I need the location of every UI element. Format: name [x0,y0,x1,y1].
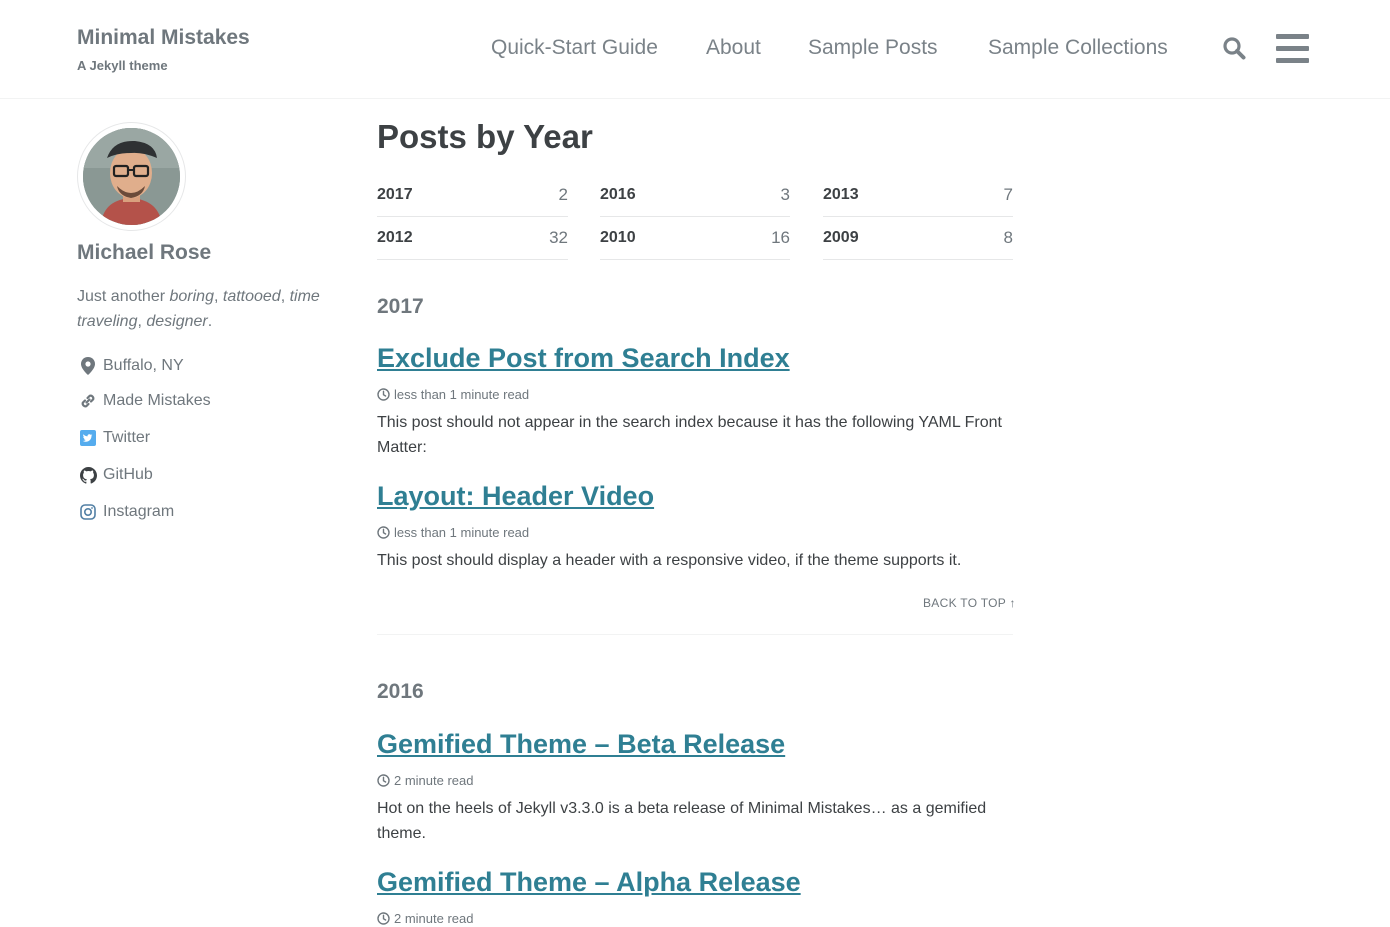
hamburger-menu-icon[interactable] [1276,34,1309,64]
year-label: 2013 [823,185,859,203]
author-location-label: Buffalo, NY [103,357,184,374]
author-name: Michael Rose [77,241,212,264]
post-excerpt: This post should not appear in the searc… [377,414,1002,456]
author-bio: Just another boring, tattooed, time trav… [77,288,320,330]
github-icon [77,466,99,484]
year-link-2017[interactable]: 2017 2 [377,173,568,217]
read-time: less than 1 minute read [377,387,529,402]
search-icon[interactable] [1222,36,1248,62]
link-icon [77,392,99,410]
year-count: 16 [771,227,790,247]
author-link-twitter[interactable]: Twitter [77,429,150,447]
post-excerpt: This post should display a header with a… [377,552,962,569]
nav-link-quick-start[interactable]: Quick-Start Guide [491,36,658,60]
year-link-2016[interactable]: 2016 3 [600,173,790,217]
post-title-link[interactable]: Exclude Post from Search Index [377,343,790,374]
year-label: 2012 [377,228,413,246]
year-link-2012[interactable]: 2012 32 [377,216,568,260]
read-time: 2 minute read [377,911,474,926]
nav-link-about[interactable]: About [706,36,761,60]
clock-icon [377,388,390,401]
author-link-github[interactable]: GitHub [77,466,153,484]
year-label: 2009 [823,228,859,246]
read-time-label: 2 minute read [394,911,474,926]
clock-icon [377,774,390,787]
read-time: less than 1 minute read [377,525,529,540]
author-link-instagram[interactable]: Instagram [77,503,174,521]
site-subtitle: A Jekyll theme [77,58,168,73]
author-link-instagram-label[interactable]: Instagram [103,503,174,521]
year-link-2009[interactable]: 2009 8 [823,216,1013,260]
author-link-twitter-label[interactable]: Twitter [103,429,150,447]
masthead: Minimal Mistakes A Jekyll theme Quick-St… [0,0,1390,99]
avatar-image [83,128,180,225]
year-link-2010[interactable]: 2010 16 [600,216,790,260]
map-marker-icon [77,357,99,375]
year-count: 8 [1003,227,1013,247]
author-location: Buffalo, NY [77,357,184,375]
post-title-link[interactable]: Gemified Theme – Beta Release [377,729,785,760]
year-label: 2010 [600,228,636,246]
author-link-website[interactable]: Made Mistakes [77,392,211,410]
twitter-icon [77,429,99,447]
section-year-heading: 2017 [377,295,424,318]
post-title-link[interactable]: Gemified Theme – Alpha Release [377,867,801,898]
post-title-link[interactable]: Layout: Header Video [377,481,654,512]
year-count: 2 [558,184,568,204]
back-to-top-link[interactable]: BACK TO TOP ↑ [923,596,1016,610]
year-link-2013[interactable]: 2013 7 [823,173,1013,217]
year-count: 3 [780,184,790,204]
clock-icon [377,526,390,539]
clock-icon [377,912,390,925]
author-link-website-label[interactable]: Made Mistakes [103,392,211,410]
read-time: 2 minute read [377,773,474,788]
section-divider [377,634,1013,635]
read-time-label: less than 1 minute read [394,387,530,402]
site-title-link[interactable]: Minimal Mistakes [77,26,250,50]
post-excerpt: Hot on the heels of Jekyll v3.3.0 is a b… [377,800,987,842]
page-title: Posts by Year [377,118,593,155]
nav-link-sample-posts[interactable]: Sample Posts [808,36,938,60]
avatar [77,122,186,231]
year-count: 7 [1003,184,1013,204]
instagram-icon [77,503,99,521]
read-time-label: 2 minute read [394,773,474,788]
author-link-github-label[interactable]: GitHub [103,466,153,484]
read-time-label: less than 1 minute read [394,525,530,540]
year-label: 2016 [600,185,636,203]
year-count: 32 [549,227,568,247]
year-label: 2017 [377,185,413,203]
nav-link-sample-collections[interactable]: Sample Collections [988,36,1168,60]
section-year-heading: 2016 [377,680,424,703]
